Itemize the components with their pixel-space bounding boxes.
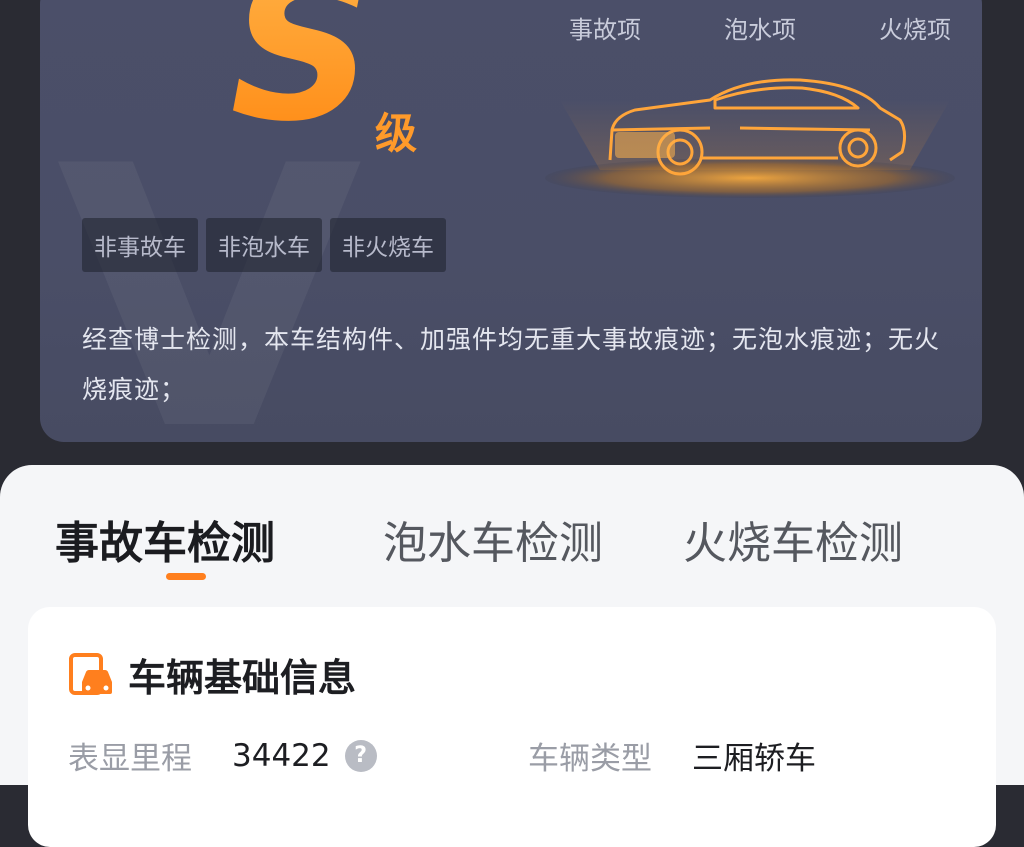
vehicle-basic-info-card: 车辆基础信息 表显里程 34422 ? 车辆类型 三厢轿车: [28, 607, 996, 847]
tag-non-accident: 非事故车: [82, 218, 198, 272]
info-title: 车辆基础信息: [128, 656, 357, 700]
tab-accident-inspection[interactable]: 事故车检测: [55, 507, 275, 571]
tab-flood-inspection[interactable]: 泡水车检测: [383, 507, 603, 571]
grade-suffix: 级: [375, 109, 418, 158]
check-item-flood: 泡水项: [724, 16, 796, 44]
vehicle-type-label: 车辆类型: [528, 741, 652, 777]
mileage-label: 表显里程: [68, 741, 192, 777]
check-item-accident: 事故项: [569, 16, 641, 44]
mileage-row: 表显里程 34422 ?: [68, 733, 377, 778]
mileage-value: 34422: [232, 737, 331, 774]
vehicle-info-icon: [69, 652, 112, 695]
tag-non-fire: 非火烧车: [330, 218, 446, 272]
vehicle-type-value: 三厢轿车: [692, 741, 816, 777]
check-items: 事故项 泡水项 火烧项: [540, 10, 980, 45]
tag-list: 非事故车 非泡水车 非火烧车: [82, 218, 446, 272]
active-tab-indicator: [166, 573, 206, 580]
tag-non-flood: 非泡水车: [206, 218, 322, 272]
inspection-report-card: V S 级 事故项 泡水项 火烧项: [40, 0, 982, 442]
help-icon[interactable]: ?: [344, 739, 377, 772]
tab-fire-inspection[interactable]: 火烧车检测: [683, 507, 903, 571]
check-item-fire: 火烧项: [879, 16, 951, 44]
vehicle-type-row: 车辆类型 三厢轿车: [528, 733, 816, 778]
grade-letter: S: [230, 0, 374, 150]
car-illustration-icon: [545, 78, 955, 198]
detail-sheet: 事故车检测 泡水车检测 火烧车检测 车辆基础信息 表显里程 34422 ? 车辆…: [0, 465, 1024, 847]
info-title-row: 车辆基础信息: [68, 647, 356, 702]
inspection-description: 经查博士检测，本车结构件、加强件均无重大事故痕迹；无泡水痕迹；无火烧痕迹；: [82, 325, 941, 404]
